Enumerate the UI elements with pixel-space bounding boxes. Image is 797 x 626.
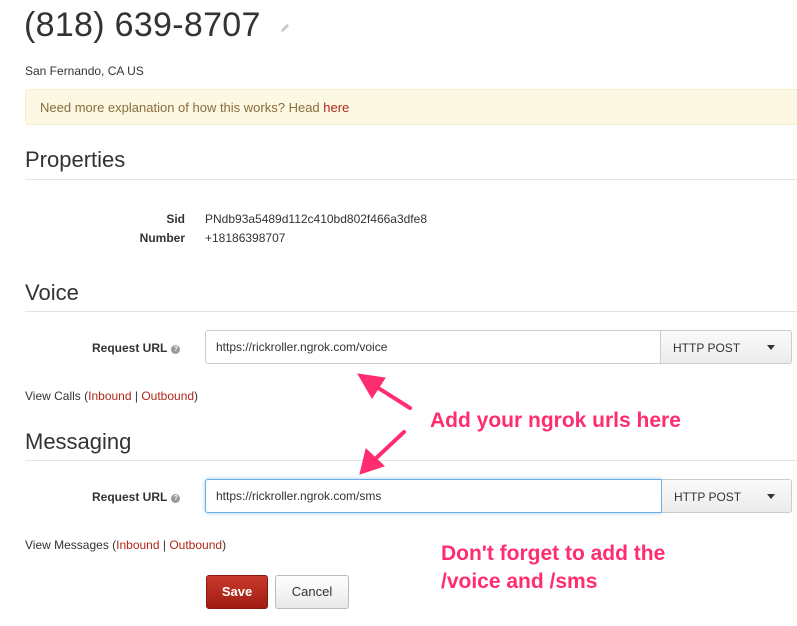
divider [25, 179, 797, 180]
cancel-button[interactable]: Cancel [275, 575, 349, 609]
sid-value: PNdb93a5489d112c410bd802f466a3dfe8 [205, 212, 427, 226]
voice-request-url-label: Request URL? [92, 341, 181, 355]
alert-here-link[interactable]: here [323, 100, 349, 115]
messaging-method-value: HTTP POST [674, 490, 742, 504]
help-icon[interactable]: ? [171, 494, 181, 503]
view-calls-inbound-link[interactable]: Inbound [88, 389, 131, 403]
voice-method-select[interactable]: HTTP POST [661, 330, 792, 364]
pencil-icon[interactable] [279, 22, 291, 34]
save-button[interactable]: Save [206, 575, 268, 609]
arrow-to-sms-url [370, 430, 406, 464]
location-text: San Fernando, CA US [25, 64, 144, 78]
voice-heading: Voice [25, 280, 79, 305]
messaging-request-url-input[interactable] [205, 479, 662, 513]
view-messages-suffix: ) [222, 538, 227, 552]
annotation-forget-line-2: /voice and /sms [441, 570, 598, 593]
number-label: Number [139, 231, 185, 245]
messaging-request-url-label-text: Request URL [92, 490, 168, 504]
view-messages-prefix: View Messages ( [25, 538, 117, 552]
link-separator: | [159, 538, 170, 552]
properties-heading: Properties [25, 147, 126, 172]
caret-down-icon [767, 345, 775, 350]
divider [25, 311, 797, 312]
voice-request-url-label-text: Request URL [92, 341, 168, 355]
view-calls-prefix: View Calls ( [25, 389, 89, 403]
phone-number-title: (818) 639-8707 [24, 6, 261, 44]
arrow-to-voice-url [370, 382, 412, 410]
view-messages-outbound-link[interactable]: Outbound [169, 538, 222, 552]
view-calls-suffix: ) [194, 389, 199, 403]
view-messages-inbound-link[interactable]: Inbound [116, 538, 159, 552]
messaging-method-select[interactable]: HTTP POST [662, 479, 792, 513]
number-value: +18186398707 [205, 231, 286, 245]
sid-label: Sid [166, 212, 185, 226]
messaging-request-url-label: Request URL? [92, 490, 181, 504]
view-calls-outbound-link[interactable]: Outbound [141, 389, 194, 403]
voice-method-value: HTTP POST [673, 341, 741, 355]
arrow-head-icon [357, 373, 386, 399]
arrow-head-icon [359, 448, 385, 475]
help-icon[interactable]: ? [171, 345, 181, 354]
info-alert: Need more explanation of how this works?… [25, 89, 797, 125]
annotation-ngrok-note: Add your ngrok urls here [430, 409, 681, 432]
annotation-forget-line-1: Don't forget to add the [441, 542, 666, 565]
link-separator: | [131, 389, 142, 403]
messaging-heading: Messaging [25, 429, 132, 454]
view-calls-line: View Calls (Inbound | Outbound) [25, 389, 198, 403]
caret-down-icon [767, 494, 775, 499]
voice-request-url-input[interactable] [205, 330, 661, 364]
view-messages-line: View Messages (Inbound | Outbound) [25, 538, 226, 552]
divider [25, 460, 797, 461]
alert-text: Need more explanation of how this works?… [40, 100, 324, 115]
